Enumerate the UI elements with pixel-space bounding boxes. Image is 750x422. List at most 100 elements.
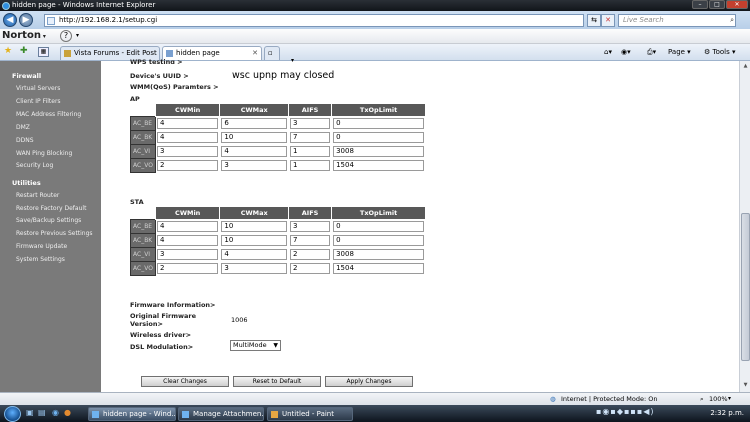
sidebar-item-restore-factory[interactable]: Restore Factory Default: [16, 205, 86, 212]
sta-bk-cwmin-input[interactable]: 4: [157, 235, 219, 246]
tools-menu[interactable]: ⚙ Tools ▾: [704, 45, 736, 59]
table-row: AC_BE 4 6 3 0: [130, 116, 426, 131]
stop-icon[interactable]: ✕: [601, 14, 615, 27]
address-bar[interactable]: http://192.168.2.1/setup.cgi: [44, 14, 584, 27]
sta-be-aifs-input[interactable]: 3: [290, 221, 331, 232]
taskbar-item-manage-attachments[interactable]: Manage Attachmen...: [178, 407, 264, 421]
ap-label: AP: [130, 95, 140, 103]
sta-be-txop-input[interactable]: 0: [333, 221, 424, 232]
table-row: AC_VO 2 3 1 1504: [130, 158, 426, 173]
sta-bk-txop-input[interactable]: 0: [333, 235, 424, 246]
sta-be-cwmin-input[interactable]: 4: [157, 221, 219, 232]
norton-logo[interactable]: Norton ▾: [2, 30, 46, 41]
quick-launch-ie-icon[interactable]: ◉: [52, 408, 59, 417]
add-favorites-icon[interactable]: ✚: [20, 46, 28, 56]
start-orb-icon[interactable]: [4, 406, 21, 422]
sidebar-item-security-log[interactable]: Security Log: [16, 162, 53, 169]
ap-vi-aifs-input[interactable]: 1: [290, 146, 331, 157]
col-txoplimit: TxOpLimit: [331, 206, 426, 220]
sidebar-item-restart-router[interactable]: Restart Router: [16, 192, 59, 199]
page-scrollbar[interactable]: ▲ ▼: [739, 61, 750, 392]
sidebar-item-ddns[interactable]: DDNS: [16, 137, 34, 144]
sidebar-item-firmware-update[interactable]: Firmware Update: [16, 243, 67, 250]
help-dropdown-icon[interactable]: ▾: [76, 32, 79, 39]
sta-bk-aifs-input[interactable]: 7: [290, 235, 331, 246]
sidebar-item-virtual-servers[interactable]: Virtual Servers: [16, 85, 60, 92]
ap-be-cwmax-input[interactable]: 6: [221, 118, 287, 129]
ap-vi-cwmax-input[interactable]: 4: [221, 146, 287, 157]
show-desktop-icon[interactable]: ▣: [26, 408, 34, 417]
sidebar-item-mac-filtering[interactable]: MAC Address Filtering: [16, 111, 81, 118]
ap-vi-cwmin-input[interactable]: 3: [157, 146, 219, 157]
sidebar-item-wan-ping-blocking[interactable]: WAN Ping Blocking: [16, 150, 72, 157]
ap-bk-cwmax-input[interactable]: 10: [221, 132, 287, 143]
tab-close-icon[interactable]: ✕: [252, 47, 258, 60]
sidebar-item-dmz[interactable]: DMZ: [16, 124, 30, 131]
sidebar-item-system-settings[interactable]: System Settings: [16, 256, 65, 263]
dsl-modulation-select[interactable]: MultiMode ▼: [230, 340, 281, 351]
sta-vi-cwmin-input[interactable]: 3: [157, 249, 219, 260]
search-icon[interactable]: ⌕: [730, 15, 734, 26]
sidebar-item-restore-previous[interactable]: Restore Previous Settings: [16, 230, 93, 237]
wps-label: WPS testing >: [130, 58, 183, 64]
back-button[interactable]: ◀: [3, 13, 17, 27]
sta-vo-cwmin-input[interactable]: 2: [157, 263, 219, 274]
quick-launch-media-icon[interactable]: ●: [64, 408, 71, 417]
scroll-up-icon[interactable]: ▲: [741, 62, 750, 71]
page-menu[interactable]: Page ▾: [668, 45, 691, 59]
wps-dropdown-icon[interactable]: ▾: [291, 57, 301, 63]
apply-changes-button[interactable]: Apply Changes: [325, 376, 413, 387]
zone-status[interactable]: Internet | Protected Mode: On: [561, 393, 658, 405]
paint-icon: [271, 411, 278, 418]
ap-vo-aifs-input[interactable]: 1: [290, 160, 331, 171]
minimize-button[interactable]: –: [692, 0, 708, 9]
ap-vo-cwmin-input[interactable]: 2: [157, 160, 219, 171]
ap-bk-aifs-input[interactable]: 7: [290, 132, 331, 143]
favorites-star-icon[interactable]: ★: [4, 46, 12, 56]
ap-be-cwmin-input[interactable]: 4: [157, 118, 219, 129]
col-aifs: AIFS: [287, 206, 333, 220]
sta-vi-cwmax-input[interactable]: 4: [221, 249, 287, 260]
ap-be-aifs-input[interactable]: 3: [290, 118, 331, 129]
sta-vo-aifs-input[interactable]: 2: [290, 263, 331, 274]
sidebar-item-save-backup[interactable]: Save/Backup Settings: [16, 217, 81, 224]
clear-changes-button[interactable]: Clear Changes: [141, 376, 229, 387]
taskbar-item-hidden-page[interactable]: hidden page - Wind...: [88, 407, 176, 421]
maximize-button[interactable]: □: [709, 0, 725, 9]
system-tray-icons[interactable]: ▪◉▪◆▪▪▪◀): [596, 407, 655, 416]
sta-vi-txop-input[interactable]: 3008: [333, 249, 424, 260]
print-icon[interactable]: ⎙▾: [647, 45, 656, 59]
sta-vi-aifs-input[interactable]: 2: [290, 249, 331, 260]
home-icon[interactable]: ⌂▾: [604, 45, 612, 59]
ap-vo-txop-input[interactable]: 1504: [333, 160, 424, 171]
feeds-icon[interactable]: ◉▾: [621, 45, 631, 59]
new-tab-button[interactable]: ▫: [264, 46, 280, 60]
sta-bk-cwmax-input[interactable]: 10: [221, 235, 287, 246]
taskbar-item-paint[interactable]: Untitled - Paint: [267, 407, 353, 421]
search-input[interactable]: Live Search ⌕: [618, 14, 736, 27]
close-button[interactable]: ✕: [726, 0, 748, 9]
clock[interactable]: 2:32 p.m.: [710, 405, 744, 422]
ap-vo-cwmax-input[interactable]: 3: [221, 160, 287, 171]
forward-button[interactable]: ▶: [19, 13, 33, 27]
sta-vo-txop-input[interactable]: 1504: [333, 263, 424, 274]
zoom-level[interactable]: 100%: [709, 393, 728, 405]
sta-vo-cwmax-input[interactable]: 3: [221, 263, 287, 274]
help-icon[interactable]: ?: [60, 30, 72, 42]
reset-to-default-button[interactable]: Reset to Default: [233, 376, 321, 387]
windows-taskbar: ▣ ▤ ◉ ● hidden page - Wind... Manage Att…: [0, 405, 750, 422]
compatibility-icon[interactable]: ⇆: [587, 14, 601, 27]
status-bar: ◍ Internet | Protected Mode: On ⌕ 100% ▾: [0, 392, 750, 405]
scroll-down-icon[interactable]: ▼: [741, 381, 750, 390]
zoom-dropdown-icon[interactable]: ▾: [728, 393, 731, 405]
sidebar-item-client-ip-filters[interactable]: Client IP Filters: [16, 98, 61, 105]
ap-vi-txop-input[interactable]: 3008: [333, 146, 424, 157]
ap-bk-txop-input[interactable]: 0: [333, 132, 424, 143]
quick-tabs-icon[interactable]: ▦: [38, 47, 49, 57]
ap-be-txop-input[interactable]: 0: [333, 118, 424, 129]
sta-be-cwmax-input[interactable]: 10: [221, 221, 287, 232]
scroll-thumb[interactable]: [741, 213, 750, 361]
ap-bk-cwmin-input[interactable]: 4: [157, 132, 219, 143]
sta-label: STA: [130, 198, 144, 206]
switch-windows-icon[interactable]: ▤: [38, 408, 46, 417]
